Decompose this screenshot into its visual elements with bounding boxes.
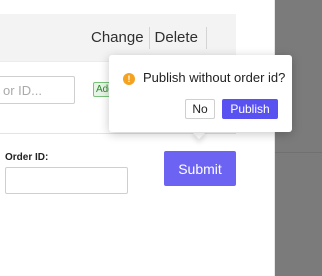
submit-button[interactable]: Submit (164, 151, 236, 186)
exclamation-warning-icon: ! (123, 73, 135, 85)
publish-popconfirm: ! Publish without order id? No Publish (109, 55, 292, 132)
delete-button[interactable]: Delete (150, 28, 203, 48)
page-margin (236, 0, 275, 276)
popconfirm-message: Publish without order id? (143, 70, 286, 85)
no-button[interactable]: No (185, 99, 215, 119)
order-id-field[interactable] (5, 167, 128, 194)
backdrop-divider (275, 152, 322, 153)
app-viewport: Change Delete Add Order ID: Submit ! Pub… (0, 0, 322, 276)
publish-button[interactable]: Publish (222, 99, 278, 119)
header-separator (205, 27, 207, 49)
order-id-label: Order ID: (5, 152, 49, 163)
change-button[interactable]: Change (86, 28, 149, 48)
search-input[interactable] (0, 76, 75, 104)
modal-backdrop[interactable] (275, 0, 322, 276)
